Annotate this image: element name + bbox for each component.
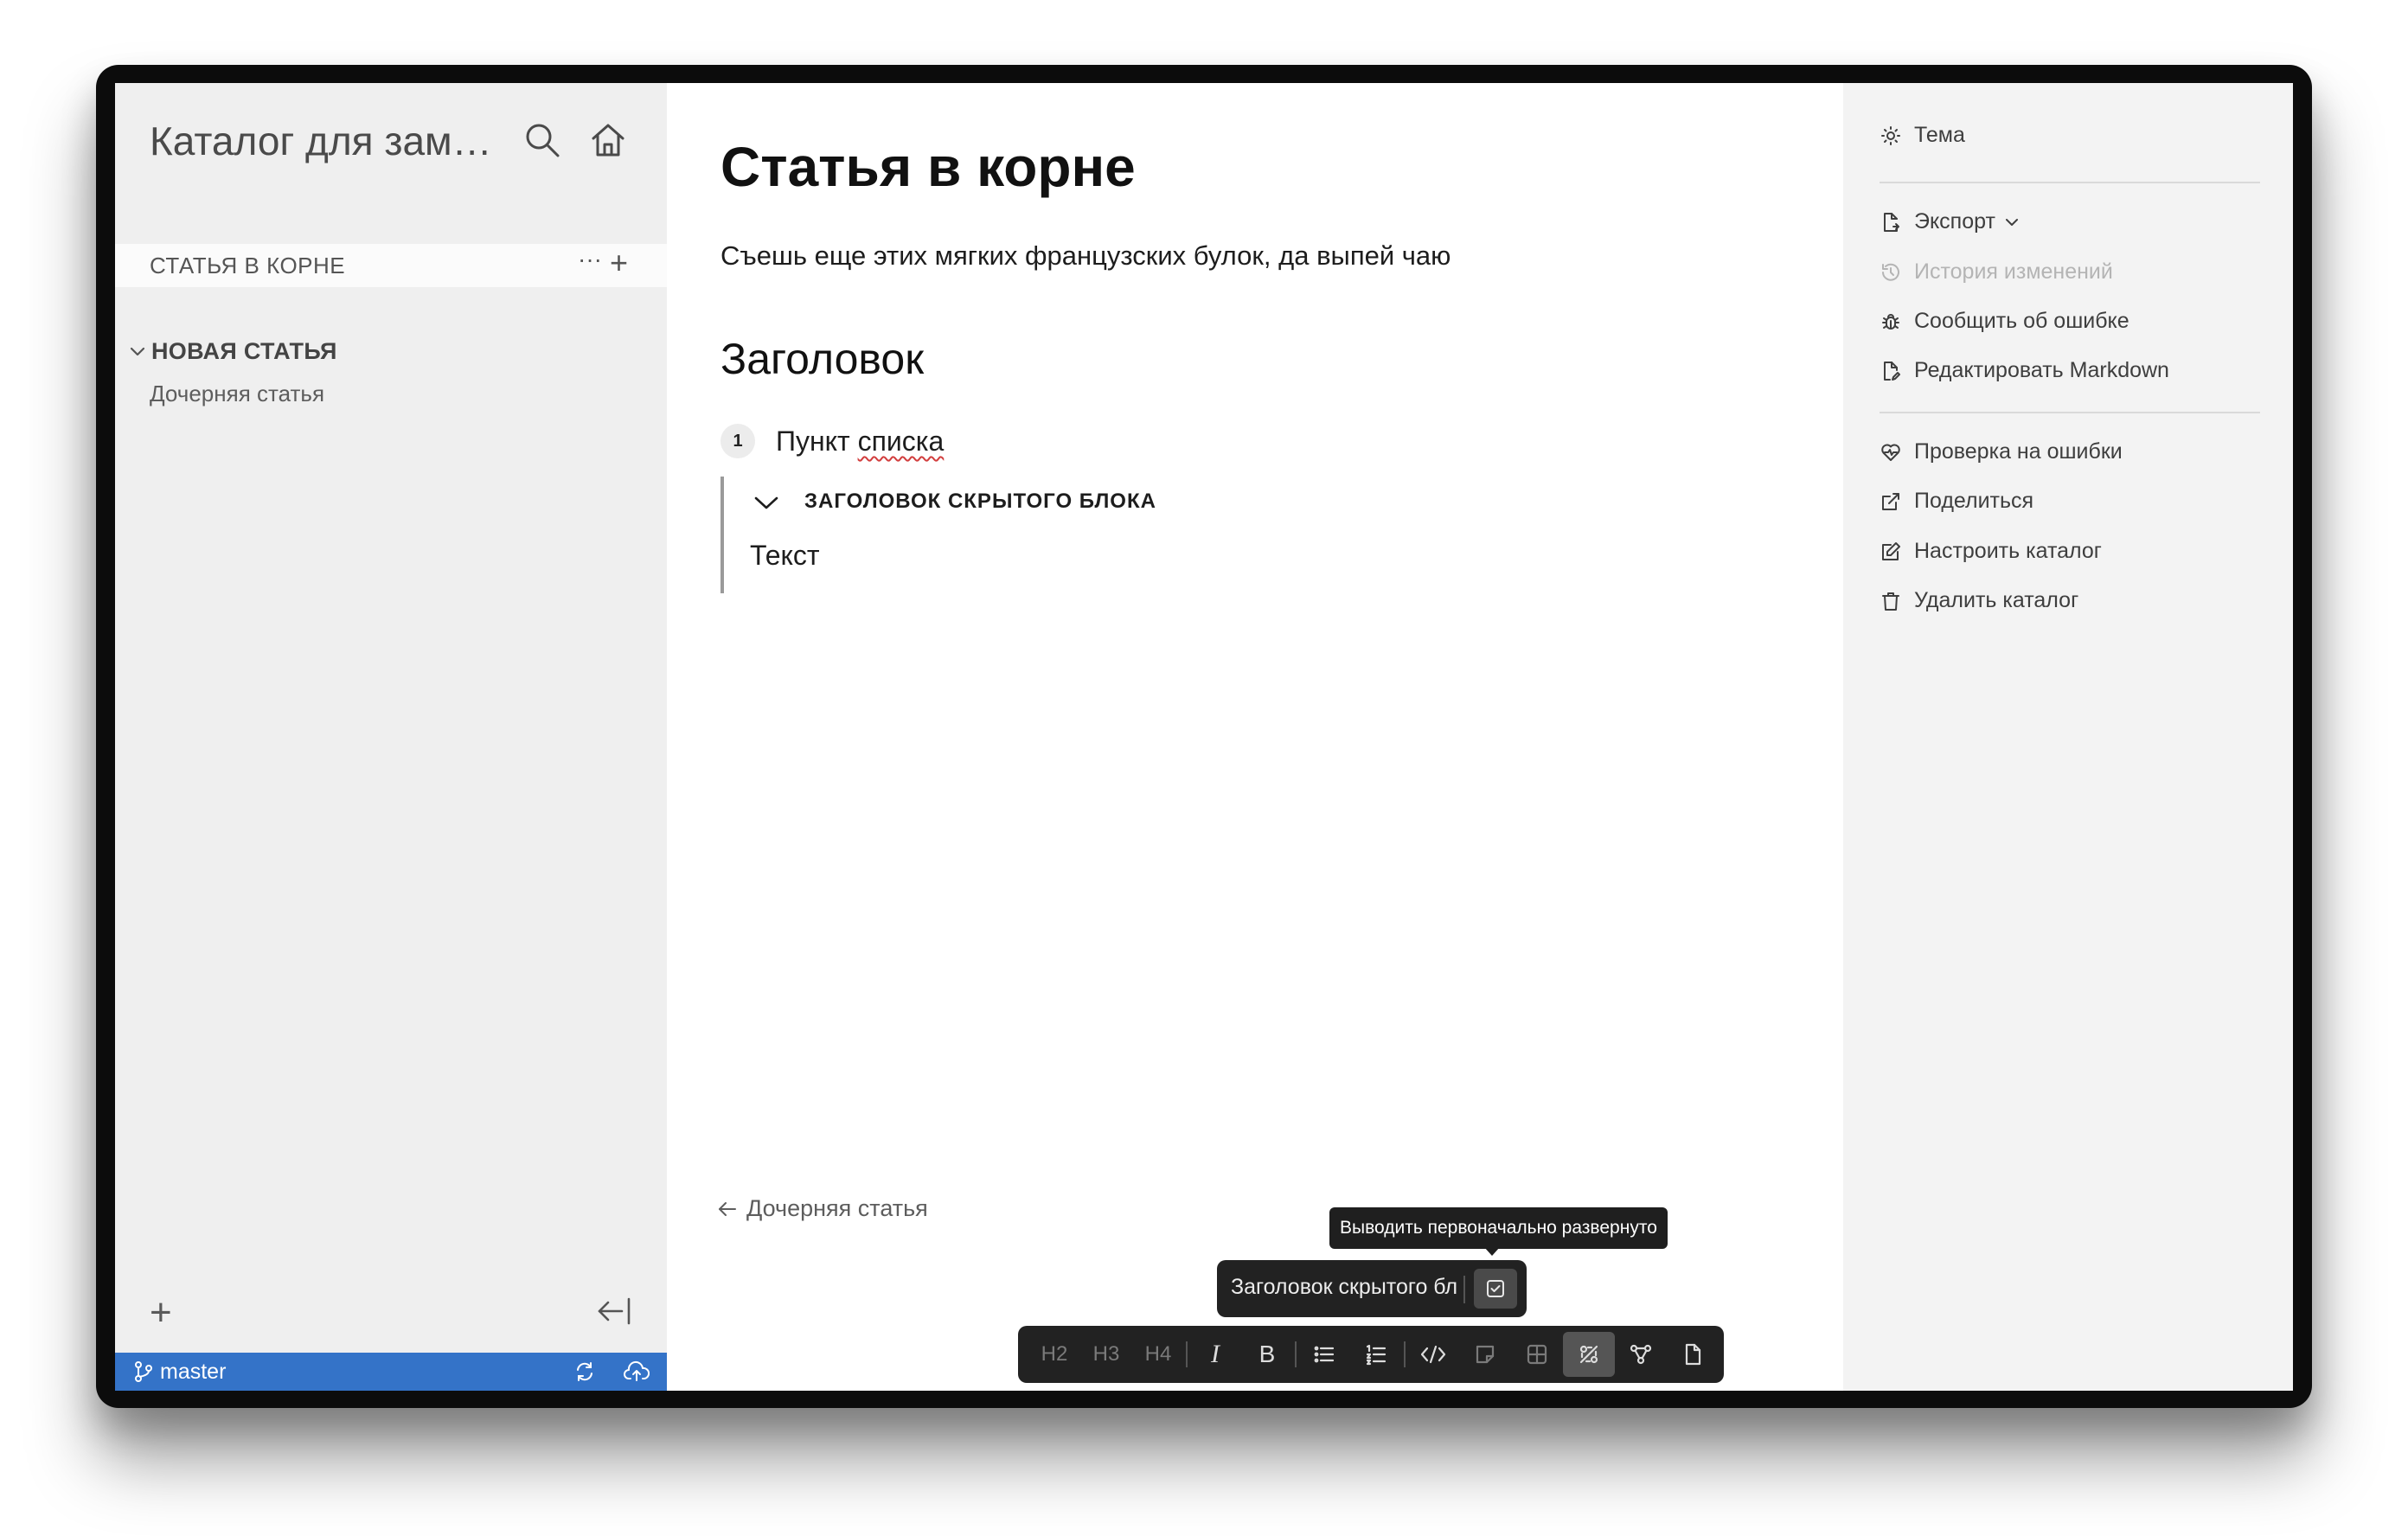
toolbar-divider: [1295, 1341, 1297, 1367]
heading3-button[interactable]: H3: [1080, 1332, 1132, 1377]
hidden-block-icon[interactable]: [1563, 1332, 1615, 1377]
history-button: История изменений: [1880, 259, 2113, 285]
report-bug-label: Сообщить об ошибке: [1914, 309, 2129, 333]
export-button[interactable]: Экспорт: [1880, 209, 2020, 234]
hidden-block-title-input[interactable]: Заголовок скрытого бл: [1231, 1275, 1457, 1300]
hidden-block-toolbar: Заголовок скрытого бл: [1217, 1260, 1527, 1317]
history-label: История изменений: [1914, 259, 2113, 284]
check-errors-label: Проверка на ошибки: [1914, 439, 2123, 464]
tree-item-child-article[interactable]: Дочерняя статья: [150, 381, 324, 407]
report-bug-button[interactable]: Сообщить об ошибке: [1880, 309, 2129, 334]
editor-toolbar: H2 H3 H4 I B: [1018, 1326, 1724, 1383]
heading4-button[interactable]: H4: [1132, 1332, 1184, 1377]
article-title[interactable]: Статья в корне: [720, 135, 1136, 199]
add-article-icon[interactable]: +: [610, 247, 628, 278]
right-panel: Тема Экспорт История изменений Сообщить …: [1843, 83, 2293, 1391]
configure-catalog-label: Настроить каталог: [1914, 539, 2102, 563]
app-window: Каталог для заме... СТАТЬЯ В КОРНЕ ··· +…: [115, 83, 2293, 1391]
list-item[interactable]: Пункт списка: [776, 426, 944, 458]
configure-catalog-button[interactable]: Настроить каталог: [1880, 539, 2102, 564]
bold-button[interactable]: B: [1241, 1332, 1293, 1377]
edit-icon: [1880, 541, 1902, 563]
cloud-upload-icon[interactable]: [624, 1360, 650, 1384]
share-button[interactable]: Поделиться: [1880, 489, 2033, 514]
tree-item-label: НОВАЯ СТАТЬЯ: [151, 337, 337, 364]
export-label: Экспорт: [1914, 209, 1995, 234]
prev-article-label: Дочерняя статья: [746, 1195, 928, 1221]
edit-file-icon: [1880, 360, 1902, 382]
theme-button[interactable]: Тема: [1880, 123, 1965, 148]
heart-pulse-icon: [1880, 441, 1902, 464]
bug-icon: [1880, 310, 1902, 333]
catalog-title[interactable]: Каталог для заме...: [150, 118, 504, 164]
share-label: Поделиться: [1914, 489, 2034, 513]
article-editor[interactable]: Статья в корне Съешь еще этих мягких фра…: [667, 83, 1843, 1391]
divider: [1880, 182, 2260, 183]
bullet-list-icon[interactable]: [1298, 1332, 1350, 1377]
branch-icon[interactable]: [134, 1360, 153, 1383]
file-icon[interactable]: [1667, 1332, 1719, 1377]
code-icon[interactable]: [1407, 1332, 1459, 1377]
more-icon[interactable]: ···: [578, 246, 602, 273]
italic-button[interactable]: I: [1189, 1332, 1241, 1377]
hidden-block-title[interactable]: ЗАГОЛОВОК СКРЫТОГО БЛОКА: [804, 490, 1156, 514]
arrow-left-icon: [717, 1199, 738, 1219]
hidden-block-border: [720, 477, 724, 593]
toolbar-divider: [1186, 1341, 1188, 1367]
home-icon[interactable]: [587, 119, 629, 161]
add-catalog-icon[interactable]: +: [150, 1294, 172, 1332]
hidden-block-text[interactable]: Текст: [750, 540, 820, 572]
delete-catalog-button[interactable]: Удалить каталог: [1880, 588, 2078, 613]
article-paragraph[interactable]: Съешь еще этих мягких французских булок,…: [720, 240, 1451, 272]
theme-label: Тема: [1914, 123, 1965, 147]
toolbar-divider: [1463, 1276, 1465, 1303]
prev-article-link[interactable]: Дочерняя статья: [717, 1195, 928, 1222]
sun-icon: [1880, 125, 1902, 147]
chevron-down-icon[interactable]: [753, 493, 779, 518]
sidebar: Каталог для заме... СТАТЬЯ В КОРНЕ ··· +…: [115, 83, 667, 1391]
tooltip: Выводить первоначально развернуто: [1329, 1207, 1668, 1249]
chevron-down-icon[interactable]: [127, 341, 148, 362]
expanded-by-default-checkbox[interactable]: [1474, 1269, 1517, 1309]
heading2-button[interactable]: H2: [1028, 1332, 1080, 1377]
chevron-down-icon: [2004, 214, 2020, 230]
share-icon: [1880, 490, 1902, 513]
article-heading[interactable]: Заголовок: [720, 334, 924, 384]
note-icon[interactable]: [1459, 1332, 1511, 1377]
trash-icon: [1880, 590, 1902, 612]
root-article-label: СТАТЬЯ В КОРНЕ: [150, 253, 346, 278]
sync-icon[interactable]: [573, 1360, 596, 1383]
table-icon[interactable]: [1511, 1332, 1563, 1377]
export-icon: [1880, 211, 1902, 234]
status-bar: master: [115, 1353, 667, 1391]
spellcheck-word[interactable]: списка: [858, 426, 945, 457]
list-item-number: 1: [720, 424, 755, 458]
edit-markdown-button[interactable]: Редактировать Markdown: [1880, 358, 2169, 383]
diagram-icon[interactable]: [1615, 1332, 1667, 1377]
check-errors-button[interactable]: Проверка на ошибки: [1880, 439, 2123, 464]
toolbar-divider: [1404, 1341, 1406, 1367]
tree-item-new-article[interactable]: НОВАЯ СТАТЬЯ: [127, 334, 337, 368]
delete-catalog-label: Удалить каталог: [1914, 588, 2079, 612]
search-icon[interactable]: [522, 119, 563, 161]
history-icon: [1880, 261, 1902, 284]
branch-name[interactable]: master: [160, 1360, 226, 1385]
edit-markdown-label: Редактировать Markdown: [1914, 358, 2169, 382]
numbered-list-icon[interactable]: [1350, 1332, 1402, 1377]
divider: [1880, 412, 2260, 413]
collapse-sidebar-icon[interactable]: [596, 1292, 634, 1334]
list-item-text: Пункт: [776, 426, 858, 457]
root-article-item[interactable]: СТАТЬЯ В КОРНЕ ··· +: [115, 244, 667, 287]
tooltip-arrow: [1484, 1247, 1500, 1256]
